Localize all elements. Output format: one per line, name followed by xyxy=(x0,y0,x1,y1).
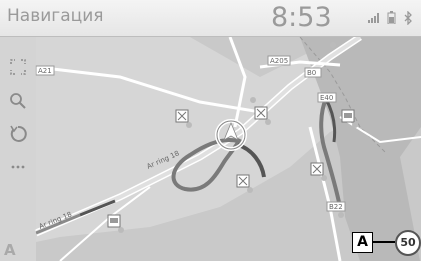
svg-text:A205: A205 xyxy=(270,57,288,65)
side-toolbar xyxy=(0,37,36,261)
road-label: B0 xyxy=(304,67,322,78)
expand-icon xyxy=(10,59,26,75)
svg-text:E40: E40 xyxy=(320,94,333,102)
signal-icon xyxy=(368,13,379,23)
map-view[interactable]: A21 A205 B0 E40 B22 Ar ring 18 Ar ring 1… xyxy=(0,37,421,261)
status-bar: Навигация 8:53 xyxy=(0,0,421,37)
bluetooth-icon xyxy=(404,11,412,25)
clock: 8:53 xyxy=(271,2,332,33)
fullscreen-button[interactable] xyxy=(6,55,30,79)
battery-icon xyxy=(387,11,396,24)
search-button[interactable] xyxy=(6,89,30,113)
compass-indicator[interactable]: A xyxy=(4,241,16,259)
search-icon xyxy=(10,93,26,109)
road-label: E40 xyxy=(317,92,337,103)
road-label: B22 xyxy=(326,201,346,212)
more-icon xyxy=(11,165,25,169)
back-button[interactable] xyxy=(6,122,30,146)
navigation-screen: A21 A205 B0 E40 B22 Ar ring 18 Ar ring 1… xyxy=(0,0,421,261)
callout-line xyxy=(373,241,395,243)
svg-text:B0: B0 xyxy=(307,69,316,77)
more-button[interactable] xyxy=(6,155,30,179)
road-label: A205 xyxy=(267,55,291,66)
svg-text:B22: B22 xyxy=(329,203,343,211)
app-title: Навигация xyxy=(7,6,104,26)
speed-limit-sign: 50 xyxy=(395,230,421,256)
svg-text:A21: A21 xyxy=(38,67,52,75)
road-label: A21 xyxy=(35,65,55,76)
callout-label: A xyxy=(352,232,373,253)
reroute-icon xyxy=(10,125,27,142)
